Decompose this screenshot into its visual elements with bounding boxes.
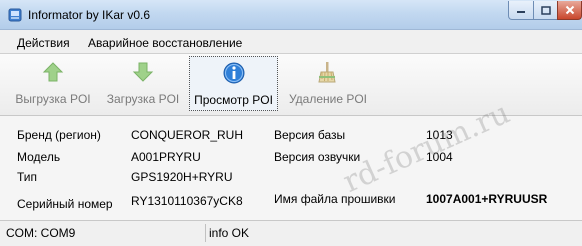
view-poi-label: Просмотр POI [194, 93, 273, 107]
serial-number-value: RY1310110367yCK8 [131, 194, 243, 208]
model-label: Модель [17, 150, 61, 164]
export-poi-label: Выгрузка POI [15, 92, 91, 106]
arrow-up-green-icon [42, 62, 64, 82]
firmware-filename-label: Имя файла прошивки [274, 192, 396, 206]
export-poi-button[interactable]: Выгрузка POI [6, 56, 100, 111]
voice-version-label: Версия озвучки [274, 150, 361, 164]
type-value: GPS1920H+RYRU [131, 170, 233, 184]
serial-number-label: Серийный номер [17, 197, 113, 211]
minimize-icon [517, 11, 525, 13]
brand-label: Бренд (регион) [17, 128, 101, 142]
maximize-button[interactable] [533, 1, 558, 20]
close-button[interactable] [557, 1, 582, 20]
import-poi-button[interactable]: Загрузка POI [100, 56, 186, 111]
window-title: Informator by IKar v0.6 [28, 8, 151, 22]
view-poi-button[interactable]: Просмотр POI [189, 56, 278, 111]
arrow-down-green-icon [132, 62, 154, 82]
broom-icon [318, 62, 336, 83]
status-port: COM: COM9 [0, 224, 206, 242]
db-version-label: Версия базы [274, 128, 346, 142]
delete-poi-label: Удаление POI [288, 92, 368, 106]
type-label: Тип [17, 170, 38, 184]
firmware-filename-value: 1007A001+RYRUUSR [426, 192, 548, 206]
info-icon [223, 62, 245, 84]
status-info: info OK [209, 226, 250, 240]
delete-poi-button[interactable]: Удаление POI [282, 56, 374, 111]
menu-emergency-recovery[interactable]: Аварийное восстановление [88, 36, 242, 50]
close-icon [565, 5, 574, 15]
status-bar: COM: COM9 info OK [0, 220, 582, 246]
maximize-icon [540, 5, 551, 15]
menu-bar: Действия Аварийное восстановление [0, 30, 582, 54]
app-icon [8, 8, 22, 22]
import-poi-label: Загрузка POI [106, 92, 180, 106]
minimize-button[interactable] [508, 1, 534, 20]
model-value: A001PRYRU [131, 150, 201, 164]
brand-value: CONQUEROR_RUH [131, 128, 244, 142]
title-bar: Informator by IKar v0.6 [0, 0, 582, 30]
menu-actions[interactable]: Действия [17, 36, 70, 50]
